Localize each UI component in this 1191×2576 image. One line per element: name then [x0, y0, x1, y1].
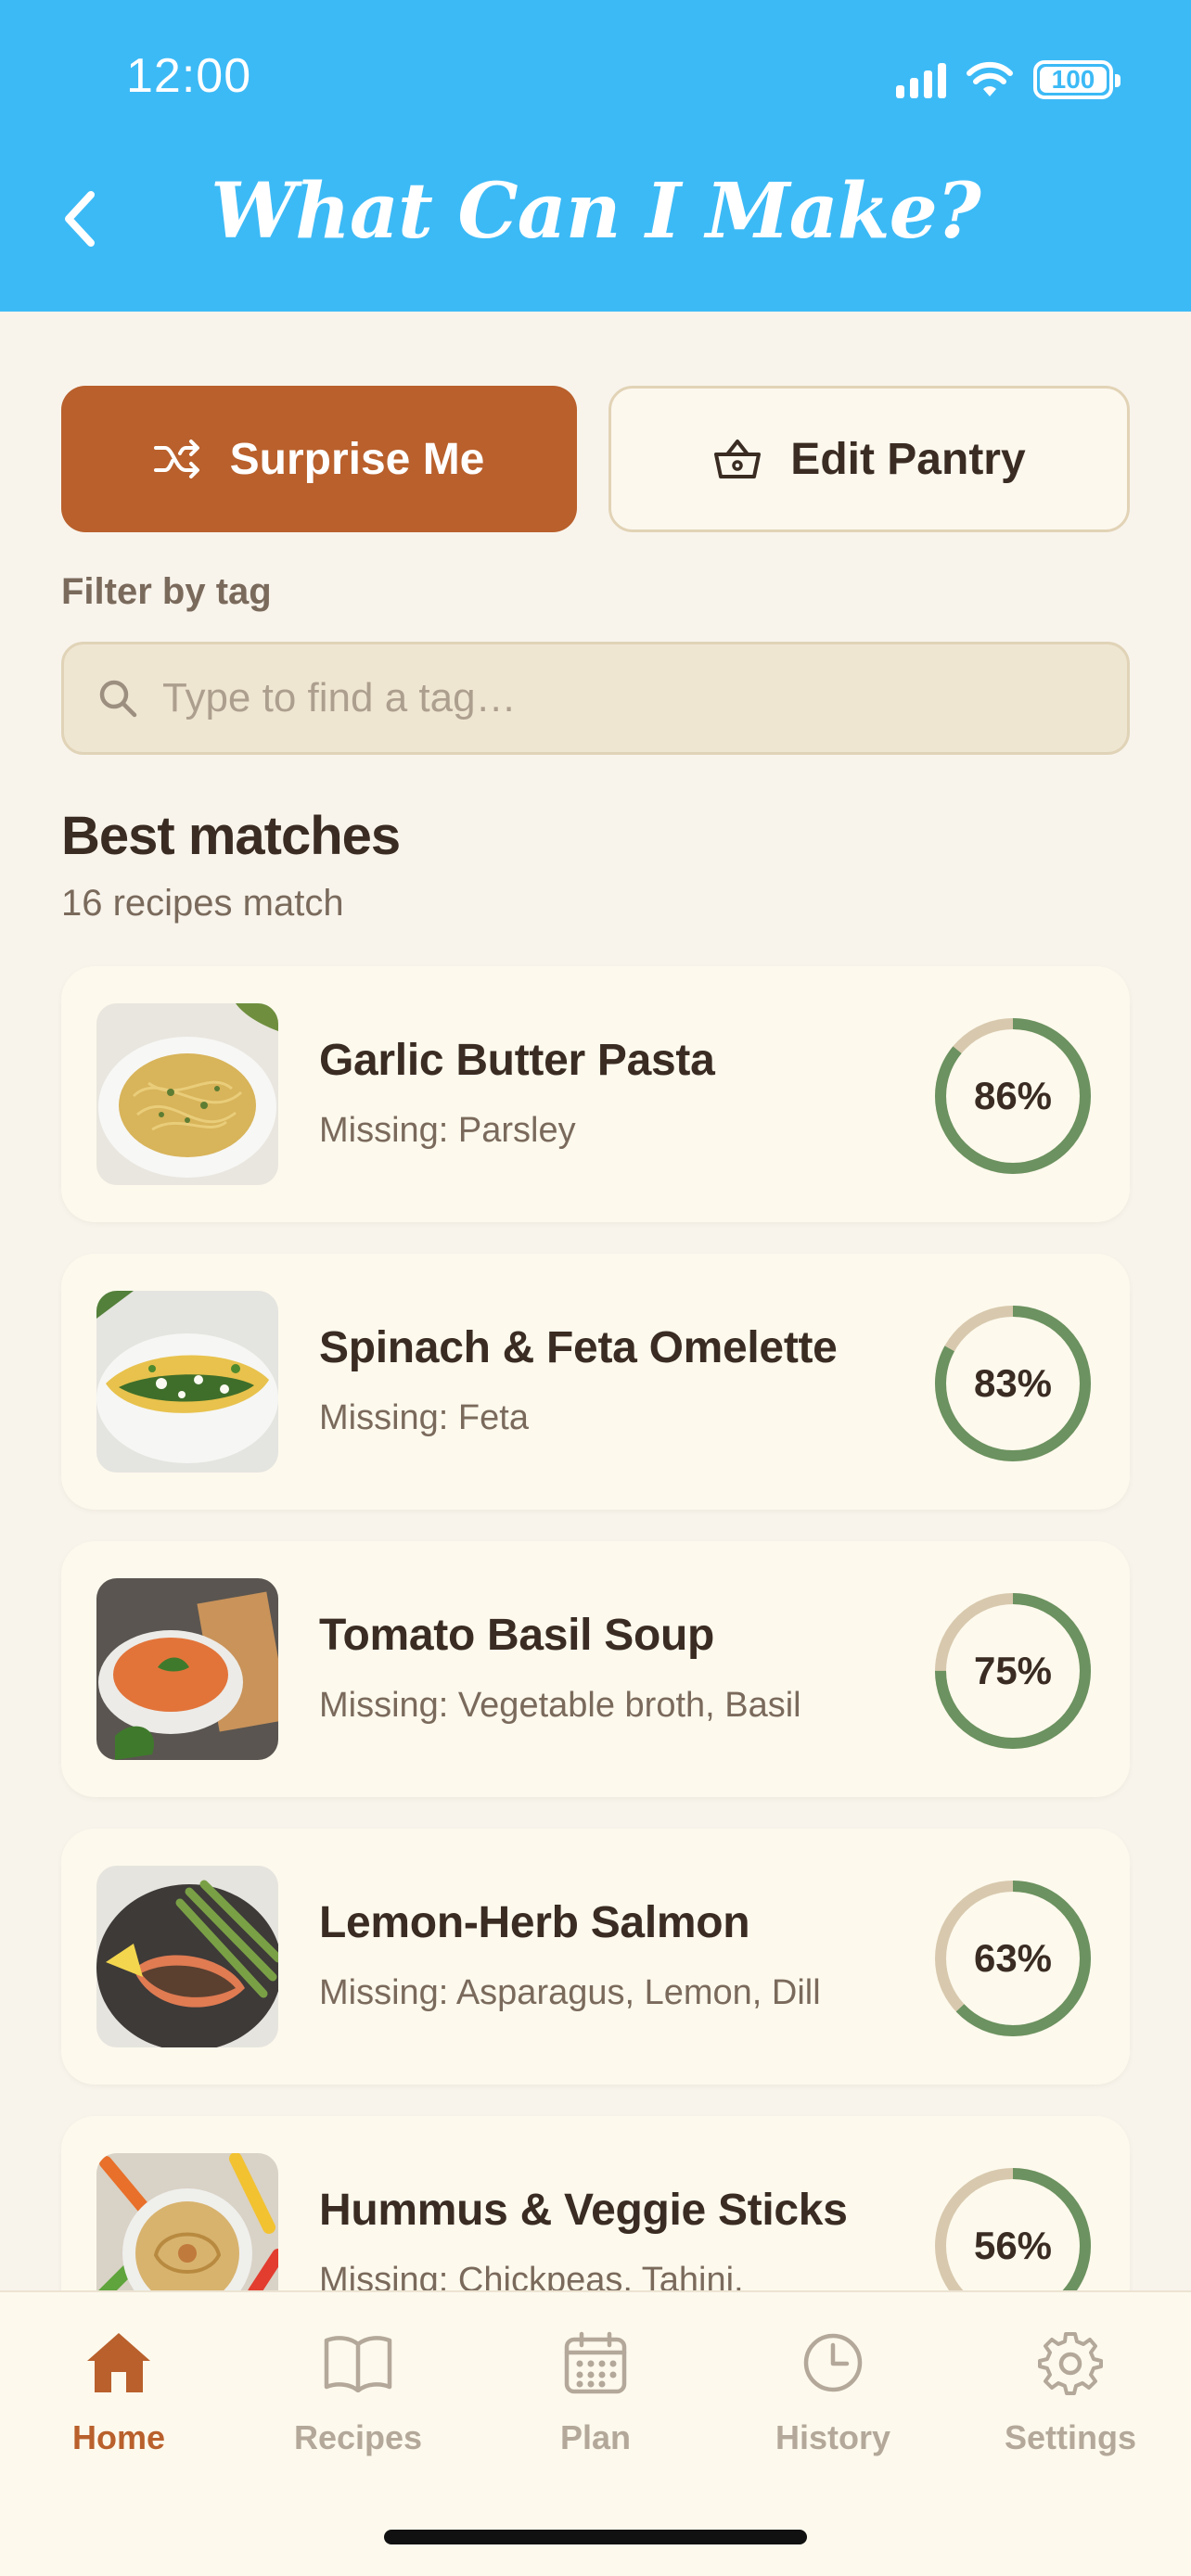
recipe-missing: Missing: Asparagus, Lemon, Dill [319, 1973, 821, 2012]
tab-home[interactable]: Home [26, 2326, 211, 2457]
edit-pantry-button[interactable]: Edit Pantry [608, 386, 1130, 532]
surprise-me-label: Surprise Me [229, 434, 485, 484]
recipe-card[interactable]: Lemon-Herb Salmon Missing: Asparagus, Le… [61, 1829, 1130, 2085]
match-percent: 83% [973, 1361, 1053, 1405]
edit-pantry-label: Edit Pantry [790, 434, 1026, 484]
tab-history[interactable]: History [740, 2326, 926, 2457]
match-percent: 56% [973, 2224, 1053, 2267]
tab-label: Plan [559, 2418, 632, 2456]
home-indicator[interactable] [384, 2530, 807, 2544]
recipe-image-pasta [96, 1003, 278, 1185]
tab-label: History [775, 2418, 891, 2456]
surprise-me-button[interactable]: Surprise Me [61, 386, 577, 532]
gear-icon [1038, 2332, 1103, 2395]
content-scroll[interactable]: Surprise Me Edit Pantry Filter by tag Be… [0, 0, 1191, 2290]
tab-settings[interactable]: Settings [978, 2326, 1163, 2457]
tab-recipes[interactable]: Recipes [265, 2326, 451, 2457]
recipe-missing: Missing: Vegetable broth, Basil [319, 1686, 801, 1725]
match-percent: 75% [973, 1649, 1053, 1692]
house-icon [87, 2333, 150, 2392]
calendar-icon [564, 2331, 627, 2394]
recipes-count: 16 recipes match [61, 883, 344, 924]
recipe-title: Hummus & Veggie Sticks [319, 2186, 848, 2235]
recipe-image-soup [96, 1578, 278, 1760]
recipe-title: Spinach & Feta Omelette [319, 1323, 838, 1372]
shuffle-icon [153, 440, 199, 478]
tab-label: Home [71, 2418, 166, 2456]
match-percent: 63% [973, 1936, 1053, 1980]
recipe-card[interactable]: Tomato Basil Soup Missing: Vegetable bro… [61, 1541, 1130, 1797]
tag-search-input[interactable] [162, 675, 1090, 721]
book-icon [324, 2336, 392, 2392]
search-icon [99, 680, 137, 718]
tag-search-field[interactable] [61, 642, 1130, 755]
recipe-card[interactable]: Hummus & Veggie Sticks Missing: Chickpea… [61, 2116, 1130, 2290]
recipe-title: Garlic Butter Pasta [319, 1036, 715, 1085]
basket-icon [714, 440, 762, 478]
clock-icon [803, 2333, 863, 2392]
recipe-title: Lemon-Herb Salmon [319, 1898, 750, 1947]
recipe-missing: Missing: Chickpeas, Tahini, [319, 2261, 744, 2290]
recipe-missing: Missing: Feta [319, 1398, 529, 1437]
recipe-card[interactable]: Garlic Butter Pasta Missing: Parsley 86% [61, 966, 1130, 1222]
recipe-image-hummus [96, 2153, 278, 2290]
section-title: Best matches [61, 806, 401, 866]
recipe-missing: Missing: Parsley [319, 1111, 576, 1150]
filter-label: Filter by tag [61, 571, 272, 612]
recipe-title: Tomato Basil Soup [319, 1611, 715, 1660]
tab-label: Recipes [293, 2418, 423, 2456]
tab-plan[interactable]: Plan [503, 2326, 688, 2457]
match-percent: 86% [973, 1074, 1053, 1117]
recipe-image-omelette [96, 1291, 278, 1473]
recipe-image-salmon [96, 1866, 278, 2047]
recipe-card[interactable]: Spinach & Feta Omelette Missing: Feta 83… [61, 1254, 1130, 1510]
tab-label: Settings [1004, 2418, 1136, 2456]
